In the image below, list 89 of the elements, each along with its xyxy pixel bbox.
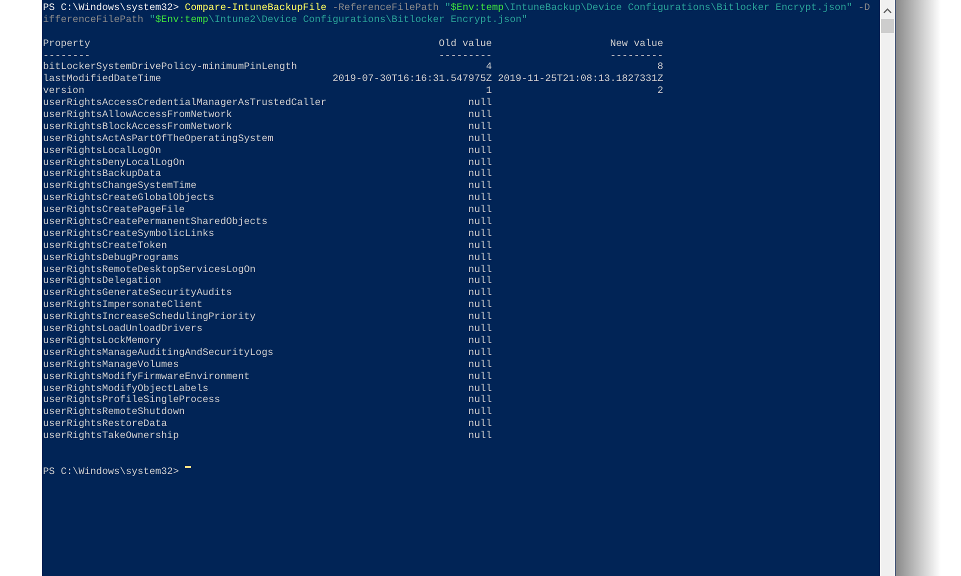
command-text: -D	[857, 2, 870, 14]
value-cell-text: null	[467, 228, 492, 240]
header-underline: --------	[43, 50, 92, 62]
header-underline: ---------	[438, 50, 492, 62]
property-cell-text: userRightsModifyFirmwareEnvironment	[43, 370, 251, 383]
command-text: PS C:\Windows\system32>	[43, 2, 180, 14]
value-cell-text: null	[467, 204, 492, 216]
value-cell-text: 8	[656, 61, 664, 74]
value-cell-text: null	[467, 97, 492, 110]
value-cell-text: null	[467, 264, 492, 276]
property-cell-text: userRightsBackupData	[43, 168, 162, 180]
property-cell-text: userRightsManageAuditingAndSecurityLogs	[43, 346, 274, 359]
property-cell-text: userRightsLocalLogOn	[43, 144, 162, 157]
property-cell-text: userRightsGenerateSecurityAudits	[43, 287, 234, 300]
property-cell-text: userRightsProfileSingleProcess	[43, 394, 222, 406]
value-cell-text: 4	[485, 61, 492, 74]
value-cell-text: null	[467, 180, 492, 192]
value-cell: 2019-07-30T16:16:31.547975Z	[332, 73, 492, 86]
value-cell-text: null	[467, 192, 492, 204]
property-cell-text: userRightsDenyLocalLogOn	[43, 156, 186, 168]
property-cell-text: bitLockerSystemDrivePolicy-minimumPinLength	[43, 61, 298, 74]
value-cell-text: null	[467, 311, 492, 324]
column-header: New value	[609, 38, 664, 50]
property-cell-text: userRightsRestoreData	[43, 418, 168, 430]
property-cell-text: userRightsCreatePermanentSharedObjects	[43, 216, 268, 228]
value-cell-text: 2	[656, 85, 664, 98]
property-cell-text: userRightsDebugPrograms	[43, 252, 180, 264]
column-header: Property	[43, 38, 92, 50]
value-cell-text: null	[467, 216, 492, 228]
value-cell-text: null	[467, 109, 492, 121]
command-text: -ReferenceFilePath	[331, 2, 440, 14]
value-cell-text: null	[467, 275, 492, 288]
value-cell-text: null	[467, 168, 492, 180]
property-cell-text: userRightsCreateToken	[43, 240, 168, 252]
value-cell-text: null	[467, 299, 492, 312]
property-cell-text: userRightsCreateSymbolicLinks	[43, 228, 216, 240]
scroll-thumb[interactable]	[881, 19, 894, 33]
value-cell-text: null	[467, 156, 492, 168]
property-cell-text: userRightsLockMemory	[43, 334, 162, 347]
value-cell-text: 2019-11-25T21:08:13.1827331Z	[496, 73, 664, 86]
value-cell-text: null	[467, 430, 492, 442]
command-text: "	[149, 14, 156, 26]
command-text: $Env:temp	[450, 2, 504, 14]
property-cell-text: userRightsBlockAccessFromNetwork	[43, 120, 234, 133]
command-text: $Env:temp	[155, 14, 208, 26]
property-cell-text: userRightsAccessCredentialManagerAsTrustedCaller	[43, 97, 328, 110]
value-cell-text: null	[467, 394, 492, 406]
value-cell-text: null	[467, 132, 492, 145]
prompt-text: PS C:\Windows\system32>	[43, 466, 180, 478]
header-underline: ---------	[609, 50, 664, 62]
command-text: \IntuneBackup\Device Configurations\Bitlocker Encrypt.json"	[504, 2, 852, 14]
value-cell-text: null	[467, 287, 492, 300]
value-cell-text: 1	[485, 85, 492, 98]
property-cell-text: userRightsTakeOwnership	[43, 430, 180, 442]
value-cell-text: null	[467, 120, 492, 133]
column-header: Old value	[438, 38, 492, 50]
value-cell-text: null	[467, 240, 492, 252]
value-cell-text: null	[467, 144, 492, 157]
value-cell-text: null	[467, 334, 492, 347]
scrollbar[interactable]	[880, 0, 896, 576]
command-text: \Intune2\Device Configurations\Bitlocker Encrypt.json"	[208, 14, 528, 26]
value-cell-text: null	[467, 370, 492, 383]
property-cell-text: version	[43, 85, 86, 98]
property-cell-text: userRightsActAsPartOfTheOperatingSystem	[43, 132, 274, 145]
scroll-up-icon[interactable]	[883, 8, 892, 14]
property-cell-text: userRightsModifyObjectLabels	[43, 382, 210, 394]
value-cell-text: null	[467, 358, 492, 371]
value-cell-text: null	[467, 323, 492, 335]
property-cell-text: userRightsRemoteDesktopServicesLogOn	[43, 264, 257, 276]
command-text: ifferenceFilePath	[43, 14, 144, 26]
property-cell-text: userRightsRemoteShutdown	[43, 406, 186, 418]
property-cell-text: userRightsLoadUnloadDrivers	[43, 323, 204, 335]
property-cell-text: userRightsAllowAccessFromNetwork	[43, 109, 234, 121]
property-cell-text: userRightsImpersonateClient	[43, 299, 204, 312]
property-cell-text: userRightsCreateGlobalObjects	[43, 192, 216, 204]
property-cell-text: userRightsChangeSystemTime	[43, 180, 198, 192]
value-cell-text: null	[467, 382, 492, 394]
property-cell-text: userRightsManageVolumes	[43, 358, 180, 371]
property-cell-text: lastModifiedDateTime	[43, 73, 162, 86]
property-cell-text: userRightsCreatePageFile	[43, 204, 186, 216]
value-cell-text: null	[467, 418, 492, 430]
property-cell-text: userRightsIncreaseSchedulingPriority	[43, 311, 257, 324]
value-cell-text: null	[467, 346, 492, 359]
property-cell-text: userRightsDelegation	[43, 275, 162, 288]
text-cursor	[184, 466, 191, 468]
value-cell-text: null	[467, 406, 492, 418]
value-cell-text: null	[467, 252, 492, 264]
command-text: Compare-IntuneBackupFile	[184, 2, 327, 14]
command-text: "	[444, 2, 451, 14]
